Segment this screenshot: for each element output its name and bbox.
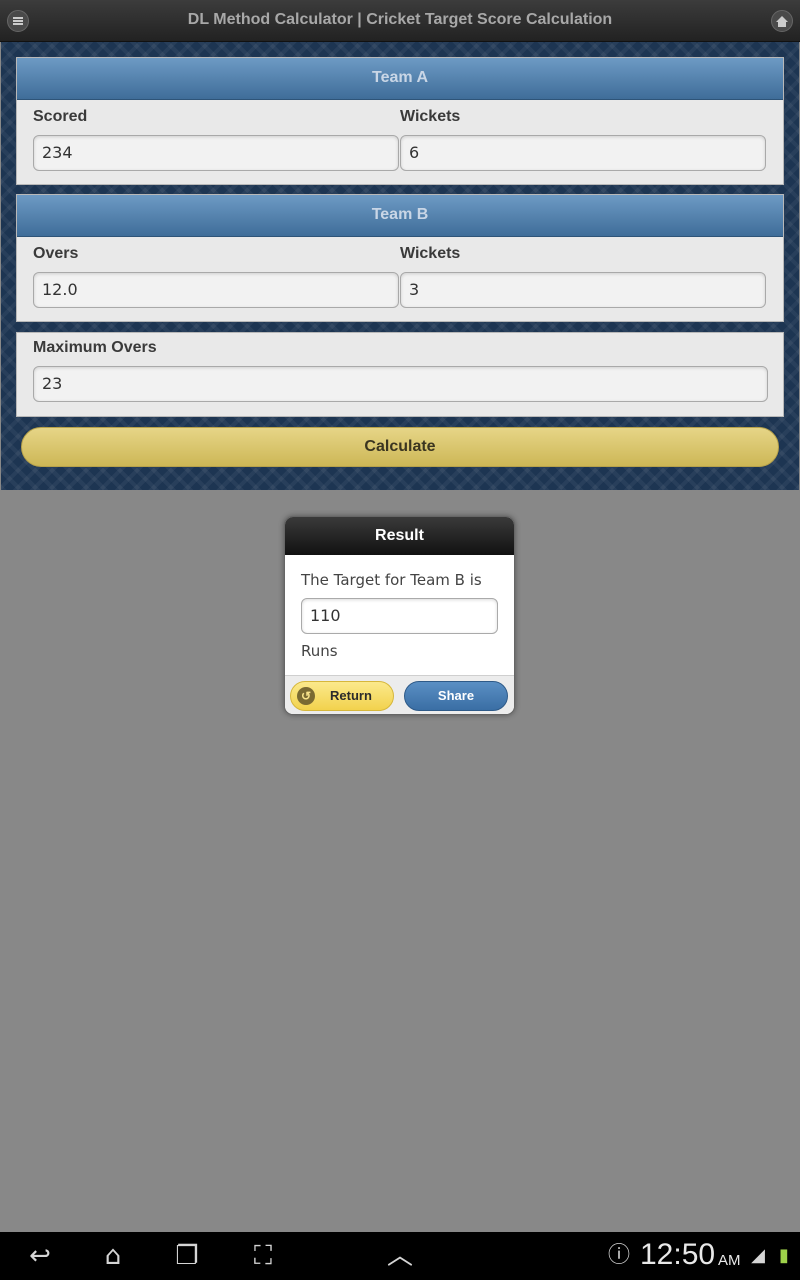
- team-b-panel: Team B Overs Wickets 12.0 3: [16, 194, 784, 322]
- scored-input[interactable]: 234: [33, 135, 399, 171]
- scored-label: Scored: [33, 108, 88, 125]
- team-a-wickets-input[interactable]: 6: [400, 135, 766, 171]
- max-overs-panel: Maximum Overs 23: [16, 332, 784, 417]
- form-area: Team A Scored Wickets 234 6 Team B Overs…: [1, 42, 799, 490]
- dialog-title: Result: [285, 517, 514, 555]
- chevron-up-icon[interactable]: ︿: [380, 1240, 420, 1272]
- runs-text: Runs: [301, 642, 338, 660]
- return-button[interactable]: ↺ Return: [290, 681, 394, 711]
- back-icon[interactable]: ↩: [20, 1240, 60, 1272]
- target-value-field[interactable]: 110: [301, 598, 498, 634]
- screenshot-icon[interactable]: ⛶: [242, 1240, 284, 1272]
- team-a-panel: Team A Scored Wickets 234 6: [16, 57, 784, 185]
- accessibility-icon: ⓘ: [607, 1243, 630, 1268]
- team-b-wickets-label: Wickets: [400, 245, 461, 262]
- app-header: DL Method Calculator | Cricket Target Sc…: [0, 0, 800, 42]
- result-dialog: Result The Target for Team B is 110 Runs…: [284, 516, 515, 715]
- team-b-heading: Team B: [17, 195, 783, 237]
- home-icon[interactable]: [771, 10, 793, 32]
- signal-icon: ◢: [751, 1245, 765, 1266]
- dialog-footer: ↺ Return Share: [285, 675, 514, 714]
- max-overs-label: Maximum Overs: [33, 339, 157, 356]
- return-icon: ↺: [297, 687, 315, 705]
- team-a-wickets-label: Wickets: [400, 108, 461, 125]
- home-nav-icon[interactable]: ⌂: [92, 1240, 134, 1272]
- page-title: DL Method Calculator | Cricket Target Sc…: [187, 11, 613, 28]
- max-overs-input[interactable]: 23: [33, 366, 768, 402]
- share-button[interactable]: Share: [404, 681, 508, 711]
- recent-apps-icon[interactable]: ❐: [166, 1240, 208, 1272]
- team-a-heading: Team A: [17, 58, 783, 100]
- return-label: Return: [330, 688, 372, 703]
- battery-icon: ▮: [779, 1245, 789, 1266]
- calculate-button[interactable]: Calculate: [21, 427, 779, 467]
- target-text: The Target for Team B is: [301, 571, 482, 589]
- clock-ampm: AM: [718, 1252, 741, 1269]
- system-nav-bar: ↩ ⌂ ❐ ⛶ ︿ ⓘ 12:50 AM ◢ ▮: [0, 1232, 800, 1280]
- team-b-wickets-input[interactable]: 3: [400, 272, 766, 308]
- clock: 12:50: [640, 1238, 716, 1271]
- menu-icon[interactable]: [7, 10, 29, 32]
- overs-label: Overs: [33, 245, 79, 262]
- overs-input[interactable]: 12.0: [33, 272, 399, 308]
